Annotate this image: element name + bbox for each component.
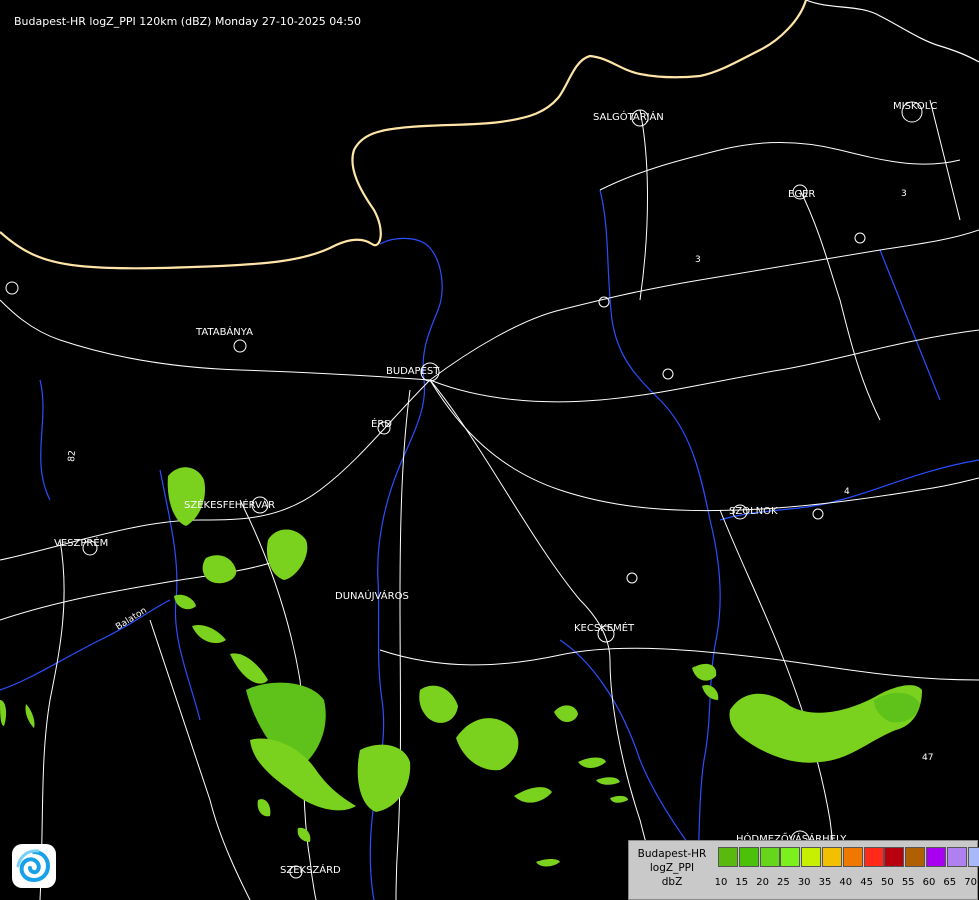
city-label: ÉRD [371,417,392,430]
legend-swatch [780,847,801,867]
map-title: Budapest-HR logZ_PPI 120km (dBZ) Monday … [14,15,361,28]
city-label: SZOLNOK [729,506,778,517]
legend-swatches [718,847,979,867]
road-number: 82 [67,450,78,462]
country-border [0,0,808,270]
radar-echoes [0,467,922,867]
dbz-color-legend: Budapest-HR logZ_PPI dbZ 10 15 20 25 30 35 40 4… [628,840,979,900]
rivers [0,189,979,900]
legend-title: Budapest-HR logZ_PPI dbZ [631,847,713,889]
roads [0,99,979,900]
legend-swatch [738,847,759,867]
town-outlines [5,101,923,879]
legend-swatch [821,847,842,867]
legend-swatch [863,847,884,867]
legend-swatch [842,847,863,867]
lake-label: Balaton [114,606,149,633]
country-border-east [805,0,979,63]
legend-title-line: logZ_PPI [649,862,695,874]
legend-swatch [884,847,905,867]
city-label: BUDAPEST [386,366,440,377]
city-label: SALGÓTARJÁN [593,110,664,123]
city-label: SZEKSZÁRD [280,863,341,876]
city-label: MISKOLC [893,101,937,112]
legend-swatch [925,847,946,867]
city-label: DUNAÚJVÁROS [335,589,409,602]
legend-swatch [759,847,780,867]
road-number: 3 [901,189,907,199]
road-number: 4 [844,487,850,497]
legend-swatch [718,847,738,867]
legend-swatch [905,847,926,867]
city-label: KECSKEMÉT [574,621,635,634]
legend-title-line: Budapest-HR [637,848,707,860]
legend-level-label: 70 [964,877,977,888]
city-label: VESZPRÉM [54,536,108,549]
legend-swatch [946,847,967,867]
city-label: SZÉKESFEHÉRVÁR [184,498,275,511]
road-number: 47 [922,753,933,763]
road-number: 3 [695,255,701,265]
city-label: EGER [788,189,815,200]
legend-title-line: dbZ [661,876,683,888]
legend-swatch [967,847,979,867]
weather-swirl-logo-icon [12,844,56,888]
city-label: TATABÁNYA [195,325,253,338]
legend-swatch [801,847,822,867]
radar-map: SALGÓTARJÁN MISKOLC EGER TATABÁNYA BUDAP… [0,0,979,900]
